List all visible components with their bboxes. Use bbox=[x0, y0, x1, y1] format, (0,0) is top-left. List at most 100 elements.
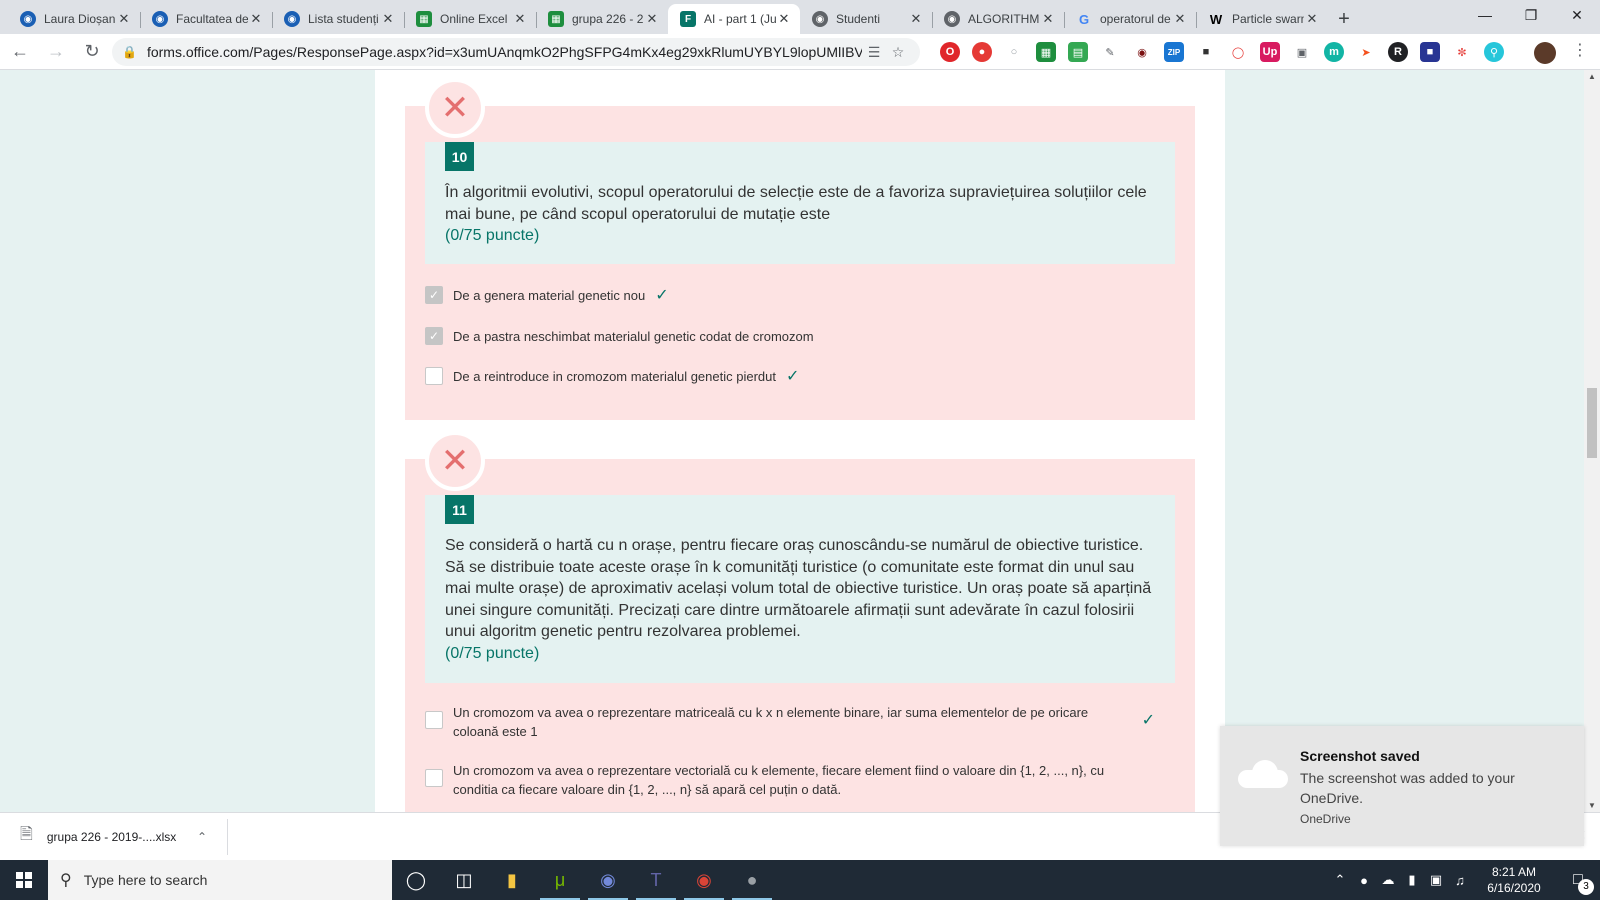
checkbox-empty-icon[interactable] bbox=[425, 711, 443, 729]
file-icon: 🗎 bbox=[20, 826, 33, 843]
chrome-icon[interactable]: ◉ bbox=[680, 860, 728, 900]
answer-option[interactable]: ✓ De a pastra neschimbat materialul gene… bbox=[425, 327, 1175, 346]
teams-icon[interactable]: T bbox=[632, 860, 680, 900]
clock-date: 6/16/2020 bbox=[1487, 881, 1541, 895]
restore-icon[interactable]: ❐ bbox=[1508, 0, 1554, 30]
file-explorer-icon[interactable]: ▮ bbox=[488, 860, 536, 900]
scrollbar-thumb[interactable] bbox=[1587, 388, 1597, 458]
camera-extension-icon[interactable]: ▣ bbox=[1292, 42, 1312, 62]
clock[interactable]: 8:21 AM 6/16/2020 bbox=[1472, 864, 1556, 896]
r-extension-icon[interactable]: R bbox=[1388, 42, 1408, 62]
browser-tab[interactable]: W Particle swarm ✕ bbox=[1196, 4, 1328, 34]
browser-tab[interactable]: ▦ grupa 226 - 2 ✕ bbox=[536, 4, 668, 34]
address-bar[interactable]: 🔒 forms.office.com/Pages/ResponsePage.as… bbox=[112, 38, 920, 66]
browser-tab[interactable]: ◉ Studenti ✕ bbox=[800, 4, 932, 34]
taskbar-search[interactable]: ⚲ Type here to search bbox=[48, 860, 392, 900]
cortana-icon[interactable]: ◯ bbox=[392, 860, 440, 900]
question-points: (0/75 puncte) bbox=[445, 227, 540, 245]
opera-extension-icon[interactable]: O bbox=[940, 42, 960, 62]
close-tab-icon[interactable]: ✕ bbox=[116, 11, 132, 27]
close-tab-icon[interactable]: ✕ bbox=[776, 11, 792, 27]
close-tab-icon[interactable]: ✕ bbox=[908, 11, 924, 27]
browser-tab[interactable]: F AI - part 1 (Ju ✕ bbox=[668, 4, 800, 34]
answer-option[interactable]: Un cromozom va avea o reprezentare vecto… bbox=[425, 761, 1175, 799]
answer-option[interactable]: Un cromozom va avea o reprezentare matri… bbox=[425, 703, 1175, 741]
chevron-up-icon[interactable]: ⌃ bbox=[1328, 872, 1352, 888]
m-extension-icon[interactable]: m bbox=[1324, 42, 1344, 62]
sheets-extension-icon[interactable]: ▦ bbox=[1036, 42, 1056, 62]
scroll-up-icon[interactable]: ▲ bbox=[1584, 72, 1600, 81]
notification-center-icon[interactable]: □ 3 bbox=[1556, 871, 1600, 895]
tractor-extension-icon[interactable]: ■ bbox=[1196, 42, 1216, 62]
discord-icon[interactable]: ◉ bbox=[584, 860, 632, 900]
tab-title: Laura Dioșan bbox=[44, 12, 116, 26]
start-button[interactable] bbox=[0, 860, 48, 900]
close-tab-icon[interactable]: ✕ bbox=[644, 11, 660, 27]
checkbox-checked-icon[interactable]: ✓ bbox=[425, 327, 443, 345]
incorrect-x-icon: ✕ bbox=[425, 431, 485, 491]
new-tab-button[interactable]: + bbox=[1328, 4, 1360, 34]
timer-extension-icon[interactable]: ◯ bbox=[1228, 42, 1248, 62]
browser-menu-icon[interactable]: ⋮ bbox=[1572, 40, 1588, 60]
zip-extension-icon[interactable]: ZIP bbox=[1164, 42, 1184, 62]
close-window-icon[interactable]: ✕ bbox=[1554, 0, 1600, 30]
checkbox-empty-icon[interactable] bbox=[425, 367, 443, 385]
browser-tab[interactable]: ◉ Laura Dioșan ✕ bbox=[8, 4, 140, 34]
window-controls: — ❐ ✕ bbox=[1462, 0, 1600, 30]
translate-icon[interactable]: ☰ bbox=[862, 44, 886, 61]
lock-extension-icon[interactable]: ○ bbox=[1004, 42, 1024, 62]
browser-tab[interactable]: ▦ Online Excel ✕ bbox=[404, 4, 536, 34]
screen-extension-icon[interactable]: ■ bbox=[1420, 42, 1440, 62]
reload-icon[interactable]: ↻ bbox=[76, 38, 108, 66]
close-tab-icon[interactable]: ✕ bbox=[1304, 11, 1320, 27]
search-extension-icon[interactable]: ⚲ bbox=[1484, 42, 1504, 62]
tomato-extension-icon[interactable]: ● bbox=[972, 42, 992, 62]
question-text: În algoritmii evolutivi, scopul operator… bbox=[445, 182, 1160, 247]
search-icon: ⚲ bbox=[60, 872, 72, 889]
utorrent-icon[interactable]: μ bbox=[536, 860, 584, 900]
download-item[interactable]: 🗎 grupa 226 - 2019-....xlsx ⌃ bbox=[0, 818, 228, 855]
checkbox-checked-icon[interactable]: ✓ bbox=[425, 286, 443, 304]
back-arrow-icon[interactable]: ← bbox=[4, 38, 36, 66]
close-tab-icon[interactable]: ✕ bbox=[1172, 11, 1188, 27]
browser-tab[interactable]: ◉ Facultatea de ✕ bbox=[140, 4, 272, 34]
volume-icon[interactable]: ♫ bbox=[1448, 873, 1472, 888]
arrow-extension-icon[interactable]: ➤ bbox=[1356, 42, 1376, 62]
question-header: 10 În algoritmii evolutivi, scopul opera… bbox=[425, 142, 1175, 264]
correct-check-icon: ✓ bbox=[1141, 712, 1155, 729]
answer-option[interactable]: ✓ De a genera material genetic nou ✓ bbox=[425, 286, 1175, 305]
question-points: (0/75 puncte) bbox=[445, 644, 540, 662]
answer-option[interactable]: De a reintroduce in cromozom materialul … bbox=[425, 367, 1175, 386]
url-text[interactable]: forms.office.com/Pages/ResponsePage.aspx… bbox=[147, 44, 862, 60]
bookmark-star-icon[interactable]: ☆ bbox=[886, 44, 910, 61]
profile-avatar[interactable] bbox=[1534, 42, 1556, 64]
close-tab-icon[interactable]: ✕ bbox=[1040, 11, 1056, 27]
close-tab-icon[interactable]: ✕ bbox=[512, 11, 528, 27]
close-tab-icon[interactable]: ✕ bbox=[248, 11, 264, 27]
eye-extension-icon[interactable]: ◉ bbox=[1132, 42, 1152, 62]
browser-tab[interactable]: ◉ Lista studenți ✕ bbox=[272, 4, 404, 34]
battery-icon[interactable]: ▮ bbox=[1400, 872, 1424, 888]
task-view-icon[interactable]: ◫ bbox=[440, 860, 488, 900]
vertical-scrollbar[interactable]: ▲ ▼ bbox=[1584, 70, 1600, 812]
scroll-down-icon[interactable]: ▼ bbox=[1584, 801, 1600, 810]
docs-extension-icon[interactable]: ▤ bbox=[1068, 42, 1088, 62]
onedrive-icon[interactable]: ☁ bbox=[1376, 872, 1400, 888]
microphone-icon[interactable]: ● bbox=[1352, 873, 1376, 888]
checkbox-empty-icon[interactable] bbox=[425, 769, 443, 787]
chevron-up-icon[interactable]: ⌃ bbox=[197, 830, 207, 844]
notification-source: OneDrive bbox=[1300, 812, 1351, 826]
app-icon[interactable]: ● bbox=[728, 860, 776, 900]
browser-tab[interactable]: ◉ ALGORITHMIC✕ bbox=[932, 4, 1064, 34]
onedrive-notification[interactable]: Screenshot saved The screenshot was adde… bbox=[1220, 726, 1584, 846]
forward-arrow-icon[interactable]: → bbox=[40, 38, 72, 66]
swirl-extension-icon[interactable]: ✼ bbox=[1452, 42, 1472, 62]
globe-blue-icon: ◉ bbox=[284, 11, 300, 27]
browser-tab[interactable]: Goperatorul de ✕ bbox=[1064, 4, 1196, 34]
network-icon[interactable]: ▣ bbox=[1424, 872, 1448, 888]
page-viewport: ✕ 10 În algoritmii evolutivi, scopul ope… bbox=[0, 70, 1584, 812]
close-tab-icon[interactable]: ✕ bbox=[380, 11, 396, 27]
minimize-icon[interactable]: — bbox=[1462, 0, 1508, 30]
pen-extension-icon[interactable]: ✎ bbox=[1100, 42, 1120, 62]
upwork-extension-icon[interactable]: Up bbox=[1260, 42, 1280, 62]
